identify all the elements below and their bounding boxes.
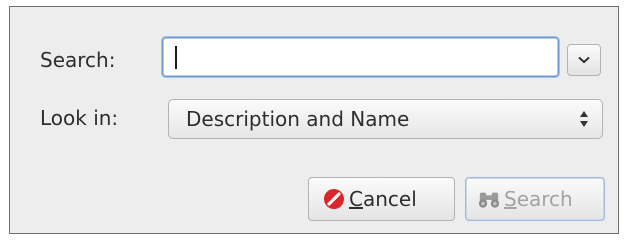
search-input[interactable] xyxy=(162,37,559,77)
search-button-label: Search xyxy=(504,187,573,211)
look-in-select[interactable]: Description and Name xyxy=(168,99,603,139)
binoculars-icon xyxy=(478,188,500,210)
cancel-button-label: Cancel xyxy=(349,187,417,211)
search-dialog: Search: Look in: Description and Name Ca… xyxy=(9,6,619,234)
chevron-down-icon xyxy=(578,56,590,64)
search-button[interactable]: Search xyxy=(465,177,605,221)
cancel-button[interactable]: Cancel xyxy=(308,177,455,221)
search-history-dropdown-button[interactable] xyxy=(567,44,601,76)
look-in-label: Look in: xyxy=(40,106,119,130)
cancel-icon xyxy=(323,188,345,210)
look-in-selected-value: Description and Name xyxy=(186,107,410,131)
search-label: Search: xyxy=(40,48,116,72)
text-caret xyxy=(175,46,177,69)
updown-arrows-icon xyxy=(580,111,588,127)
